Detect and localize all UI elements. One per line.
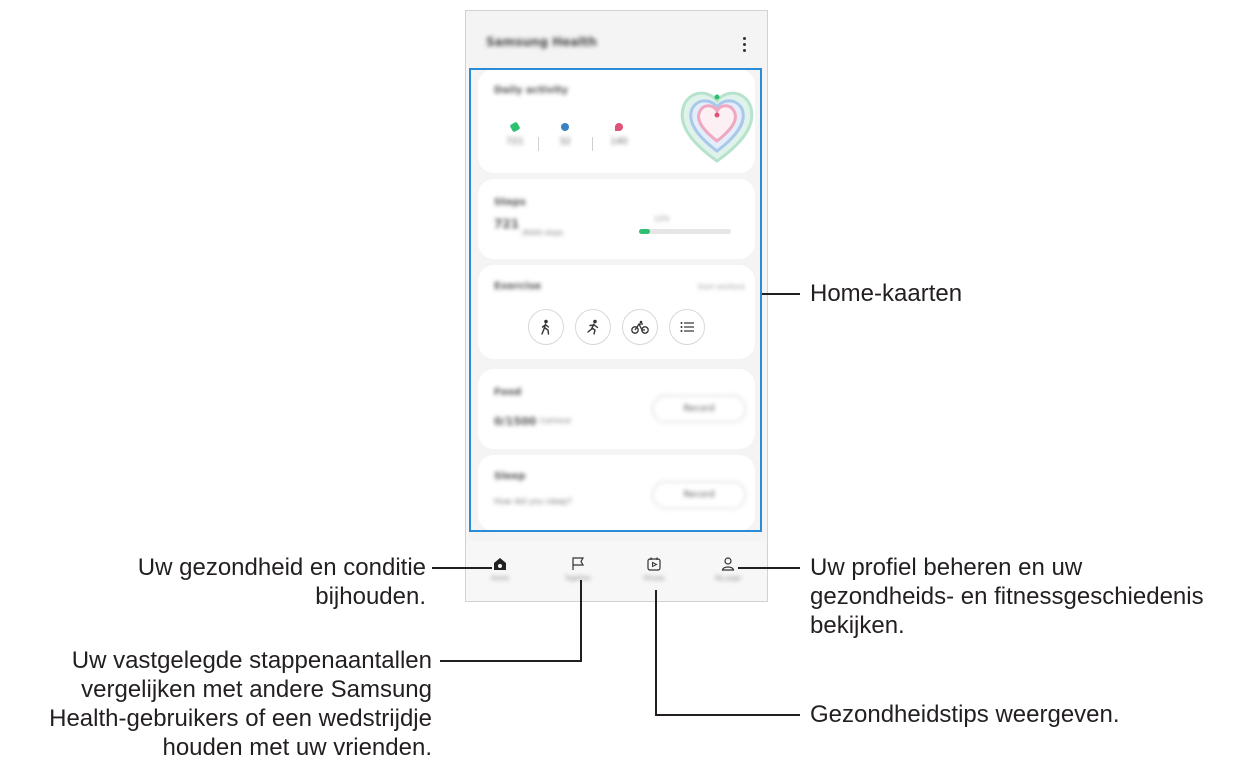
exercise-card[interactable] <box>478 265 755 359</box>
activity-heart-graphic <box>676 83 758 165</box>
callout-fitness: Gezondheidstips weergeven. <box>810 701 1120 728</box>
callout-together-line2: vergelijken met andere Samsung <box>81 676 432 703</box>
more-options-icon[interactable] <box>743 37 747 55</box>
callout-home-line1: Uw gezondheid en conditie <box>137 554 426 581</box>
flag-icon <box>572 557 585 570</box>
food-value: 0/1500 <box>494 415 537 428</box>
stat-divider <box>592 137 593 151</box>
exercise-title: Exercise <box>494 281 542 292</box>
phone-screen: Samsung Health Daily activity 721 32 140 <box>465 10 768 602</box>
running-icon <box>587 319 599 335</box>
list-icon <box>680 322 694 332</box>
app-title: Samsung Health <box>486 35 597 49</box>
food-record-button[interactable]: Record <box>652 395 746 423</box>
clock-icon <box>561 123 569 131</box>
nav-home-label: Home <box>491 575 509 582</box>
steps-progress-bar <box>639 229 731 234</box>
walking-icon <box>541 319 550 335</box>
callout-together-line3: Health-gebruikers of een wedstrijdje <box>49 705 432 732</box>
nav-together[interactable]: Together <box>548 557 608 582</box>
person-icon <box>721 557 735 571</box>
steps-title: Steps <box>494 197 526 208</box>
steps-goal: /6000 steps <box>522 229 564 237</box>
running-button[interactable] <box>575 309 611 345</box>
play-calendar-icon <box>647 557 661 571</box>
nav-my-page[interactable]: My page <box>698 557 758 582</box>
steps-card[interactable] <box>478 179 755 259</box>
start-workout-link[interactable]: Start workout <box>698 283 745 291</box>
food-unit: Cal/meal <box>540 417 571 425</box>
steps-percent: 12% <box>654 215 670 223</box>
callout-home-line2: bijhouden. <box>315 583 426 610</box>
callout-home-cards: Home-kaarten <box>810 280 963 307</box>
nav-fitness[interactable]: Fitness <box>624 557 684 582</box>
steps-icon <box>509 121 521 133</box>
callout-line-home <box>432 567 492 569</box>
home-icon <box>494 558 506 570</box>
sleep-title: Sleep <box>494 471 526 482</box>
callout-line-fitness-v <box>655 590 657 716</box>
steps-stat-value: 721 <box>506 137 524 147</box>
calories-stat: 140 <box>604 123 634 147</box>
active-time-value: 32 <box>559 137 571 147</box>
sleep-subtitle: How did you sleep? <box>494 497 572 506</box>
active-time-stat: 32 <box>550 123 580 147</box>
callout-line-together-h <box>440 660 582 662</box>
flame-icon <box>615 123 623 131</box>
stat-divider <box>538 137 539 151</box>
cycling-icon <box>631 320 649 334</box>
callout-together-line1: Uw vastgelegde stappenaantallen <box>71 647 432 674</box>
callout-profile-line1: Uw profiel beheren en uw <box>810 554 1083 581</box>
steps-count: 721 <box>494 217 520 231</box>
food-title: Food <box>494 387 522 398</box>
bottom-navigation: Home Together Fitness My page <box>466 541 767 601</box>
callout-profile-line2: gezondheids- en fitnessgeschiedenis <box>810 583 1204 610</box>
steps-progress-fill <box>639 229 651 234</box>
cycling-button[interactable] <box>622 309 658 345</box>
callout-line-profile <box>738 567 800 569</box>
daily-activity-card[interactable]: Daily activity 721 32 140 <box>478 69 755 173</box>
calories-value: 140 <box>610 137 628 147</box>
callout-line-home-cards <box>762 293 800 295</box>
nav-my-page-label: My page <box>715 575 741 582</box>
callout-line-together-v <box>580 580 582 662</box>
walking-button[interactable] <box>528 309 564 345</box>
steps-stat: 721 <box>500 121 530 147</box>
daily-activity-title: Daily activity <box>494 85 569 96</box>
nav-together-label: Together <box>564 575 592 582</box>
callout-line-fitness-h <box>655 714 800 716</box>
callout-together-line4: houden met uw vrienden. <box>162 734 432 761</box>
callout-profile-line3: bekijken. <box>810 612 905 639</box>
nav-fitness-label: Fitness <box>643 575 665 582</box>
sleep-record-button[interactable]: Record <box>652 481 746 509</box>
exercise-list-button[interactable] <box>669 309 705 345</box>
nav-home[interactable]: Home <box>470 557 530 582</box>
